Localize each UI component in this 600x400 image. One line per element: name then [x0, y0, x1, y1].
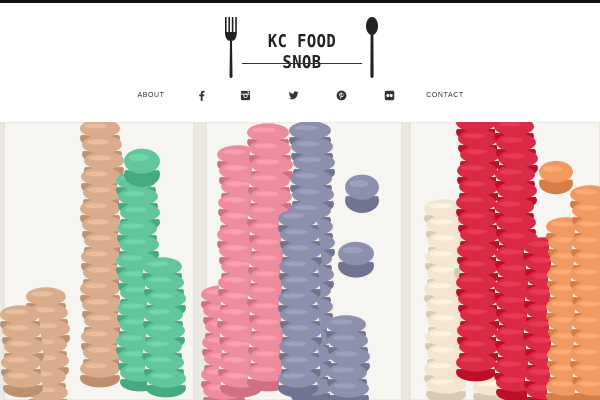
- nav-about-label: ABOUT: [137, 91, 165, 99]
- spoon-icon: [366, 17, 378, 78]
- logo-underline: [242, 63, 362, 64]
- nav-contact-link[interactable]: CONTACT: [422, 85, 468, 105]
- instagram-icon: [240, 90, 250, 100]
- nav-instagram-link[interactable]: [236, 85, 254, 105]
- facebook-icon: [198, 90, 205, 101]
- nav-flickr-link[interactable]: [380, 85, 398, 105]
- nav-pinterest-link[interactable]: [332, 85, 350, 105]
- nav-contact-label: CONTACT: [426, 91, 464, 99]
- nav-about-link[interactable]: ABOUT: [131, 85, 171, 105]
- main-nav: ABOUT CONTACT: [0, 85, 600, 105]
- hero-image: [0, 122, 600, 400]
- flickr-icon: [384, 90, 394, 100]
- site-logo[interactable]: KC FOOD SNOB: [224, 17, 380, 79]
- pinterest-icon: [336, 90, 346, 100]
- top-border: [0, 0, 600, 3]
- macarons-photo: [0, 122, 600, 400]
- twitter-icon: [288, 90, 299, 99]
- site-title: KC FOOD SNOB: [267, 31, 337, 73]
- nav-twitter-link[interactable]: [284, 85, 302, 105]
- fork-icon: [225, 17, 237, 78]
- nav-facebook-link[interactable]: [192, 85, 210, 105]
